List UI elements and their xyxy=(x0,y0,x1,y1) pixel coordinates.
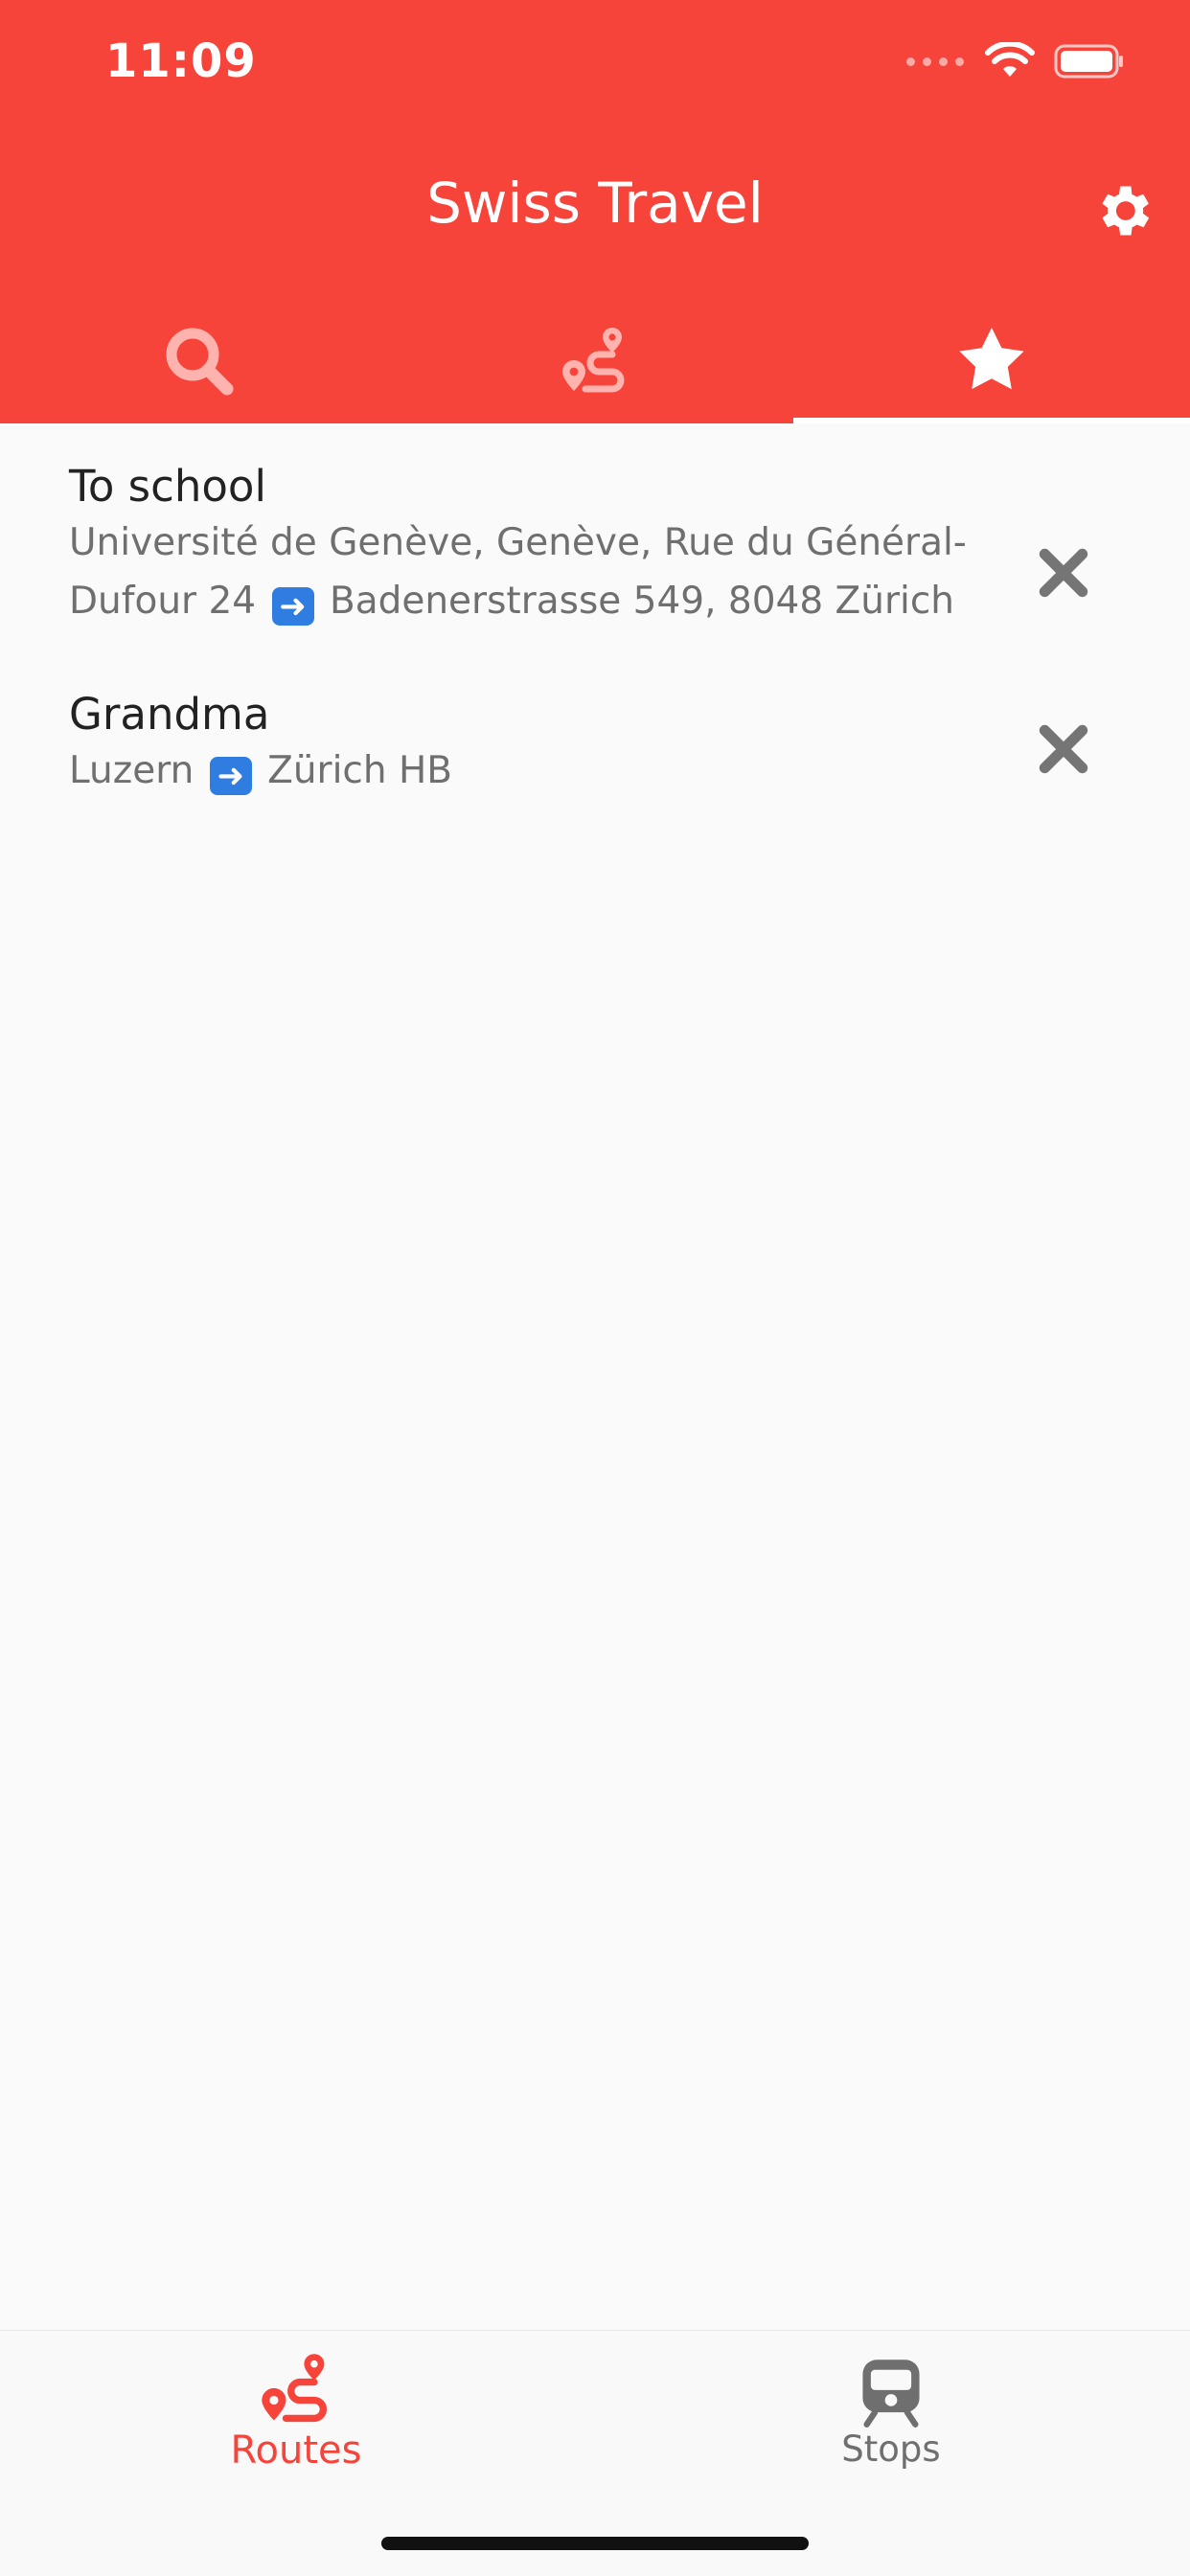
battery-icon xyxy=(1054,44,1123,79)
close-icon[interactable] xyxy=(1037,722,1090,776)
list-item[interactable]: Grandma Luzern ➜ Zürich HB xyxy=(0,688,1190,800)
right-arrow-icon: ➜ xyxy=(209,757,252,795)
favorite-name: To school xyxy=(69,461,266,512)
right-arrow-icon: ➜ xyxy=(271,587,314,626)
tab-search[interactable] xyxy=(0,297,397,423)
favorite-route: Université de Genève, Genève, Rue du Gén… xyxy=(69,513,998,630)
star-icon xyxy=(959,328,1024,390)
app-bar: 11:09 Swiss Travel xyxy=(0,0,1190,423)
search-icon xyxy=(166,328,234,396)
tab-favorites[interactable] xyxy=(793,297,1190,423)
nav-stops-label: Stops xyxy=(841,2428,941,2470)
train-icon xyxy=(862,2359,920,2428)
route-icon xyxy=(562,328,625,393)
status-time: 11:09 xyxy=(105,34,257,88)
wifi-icon xyxy=(985,42,1035,77)
settings-gear-icon[interactable] xyxy=(1090,178,1156,243)
page-title: Swiss Travel xyxy=(426,171,764,236)
route-to: Badenerstrasse 549, 8048 Zürich xyxy=(329,580,955,623)
nav-stops[interactable]: Stops xyxy=(795,2356,987,2470)
route-icon xyxy=(262,2354,327,2423)
tab-routes[interactable] xyxy=(397,297,793,423)
nav-routes-label: Routes xyxy=(230,2428,362,2473)
list-item[interactable]: To school Université de Genève, Genève, … xyxy=(0,460,1190,630)
favorite-route: Luzern ➜ Zürich HB xyxy=(69,741,998,800)
route-to: Zürich HB xyxy=(267,749,453,792)
nav-routes[interactable]: Routes xyxy=(199,2352,393,2473)
tab-bar xyxy=(0,297,1190,423)
home-indicator xyxy=(381,2537,809,2550)
favorites-list: To school Université de Genève, Genève, … xyxy=(0,423,1190,800)
close-icon[interactable] xyxy=(1037,546,1090,600)
status-icons xyxy=(906,42,1125,80)
signal-icon xyxy=(906,57,964,66)
route-from: Luzern xyxy=(69,749,195,792)
favorite-name: Grandma xyxy=(69,689,270,740)
